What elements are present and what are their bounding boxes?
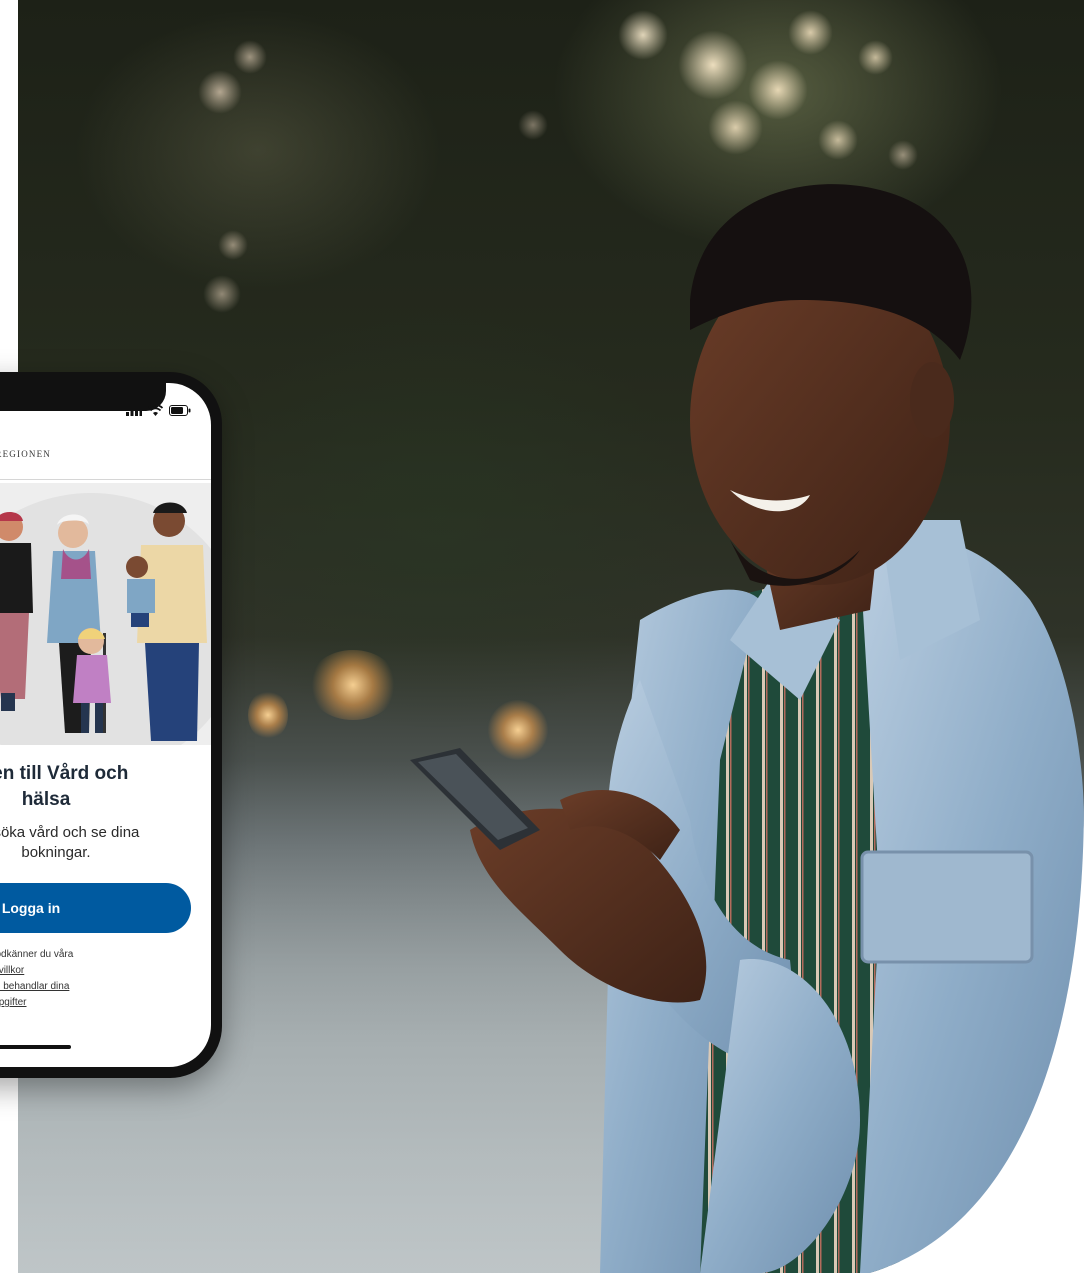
family-illustration [0, 483, 211, 745]
app-screen: REGIONEN n till Vård och hälsa öka vård … [0, 383, 211, 1067]
brand-logo-text: REGIONEN [0, 449, 51, 459]
login-button-label: Logga in [1, 900, 61, 916]
privacy-link[interactable]: hur vi behandlar dina [0, 979, 69, 995]
marketing-banner: REGIONEN n till Vård och hälsa öka vård … [0, 0, 1084, 1273]
home-indicator [0, 1045, 71, 1049]
terms-of-use-link[interactable]: användarvillkor [0, 963, 24, 979]
signal-bars-icon [126, 405, 142, 416]
header-divider [0, 479, 211, 480]
welcome-subtitle: att söka vård och se dina bokningar. [0, 823, 211, 863]
welcome-heading-line2: hälsa [21, 789, 71, 810]
welcome-subtitle-line1: att söka vård och se dina [0, 824, 140, 841]
privacy-link-continued[interactable]: personuppgifter [0, 995, 27, 1011]
welcome-subtitle-line2: bokningar. [21, 844, 91, 861]
battery-icon [169, 405, 191, 416]
phone-mockup: REGIONEN n till Vård och hälsa öka vård … [0, 372, 222, 1078]
terms-text: fortsätta godkänner du våra [0, 949, 74, 960]
login-button[interactable]: Logga in [0, 883, 191, 933]
status-bar [126, 405, 191, 416]
welcome-heading: umen till Vård och hälsa [0, 761, 211, 813]
wifi-icon [148, 405, 163, 416]
welcome-heading-line1: umen till Vård och [0, 763, 129, 784]
